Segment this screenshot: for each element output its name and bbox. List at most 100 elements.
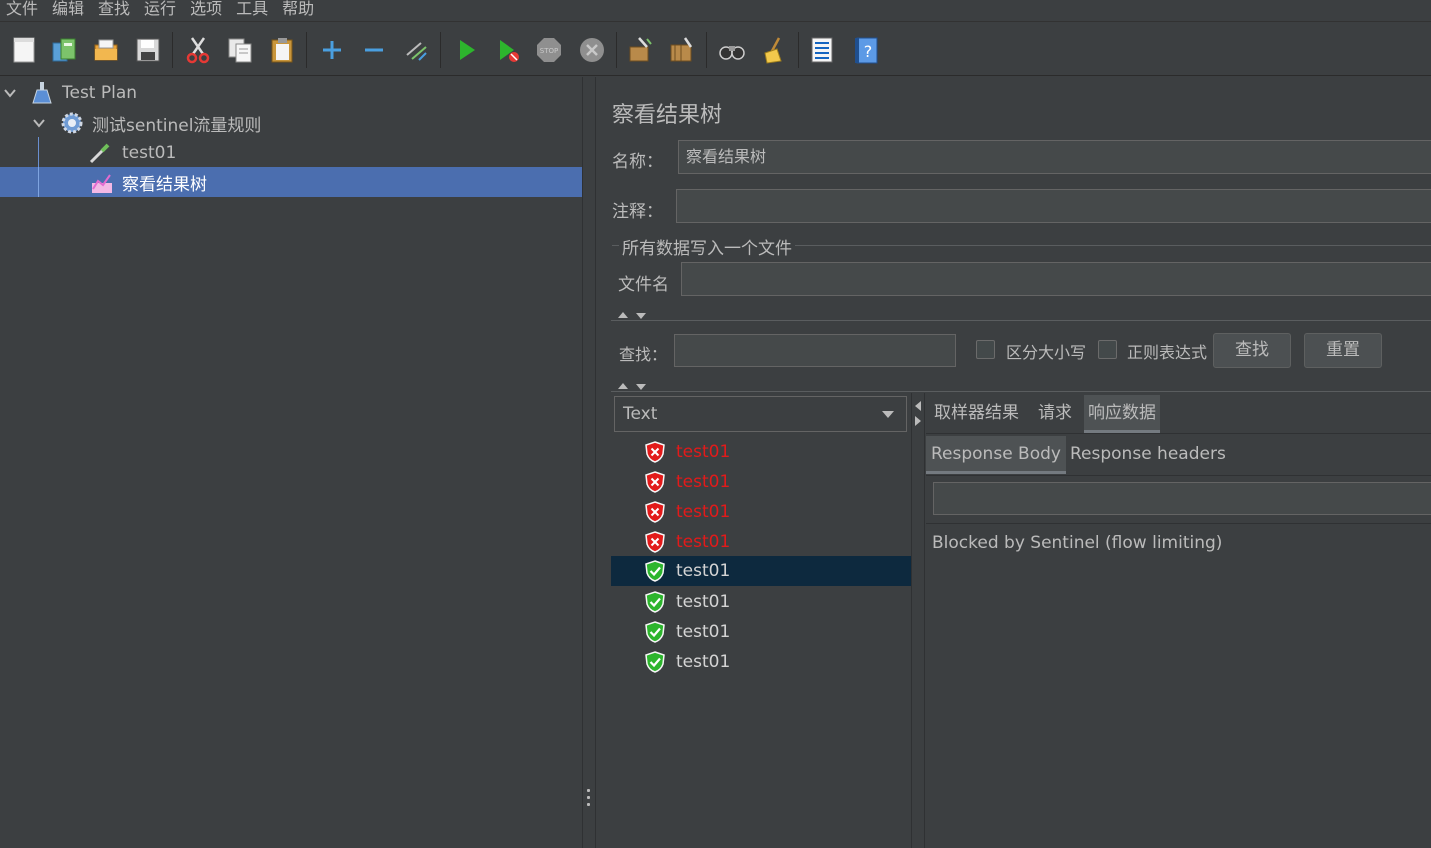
clear-button[interactable] [624,34,656,66]
tree-guide-line [38,167,39,197]
list-detail-divider[interactable] [911,393,925,848]
chevron-down-icon[interactable] [32,116,46,130]
paste-icon [271,38,293,63]
tree-item-label: test01 [122,143,177,163]
filename-label: 文件名 [618,275,669,295]
menu-tools[interactable]: 工具 [229,0,275,17]
tree-item-sampler[interactable]: test01 [0,138,582,168]
new-icon [13,37,35,63]
panel-title: 察看结果树 [612,103,723,128]
tab-response-body[interactable]: Response Body [926,436,1066,474]
new-button[interactable] [8,34,40,66]
detail-pane: 取样器结果 请求 响应数据 Response Body Response hea… [926,393,1431,848]
save-button[interactable] [132,34,164,66]
error-shield-icon [645,471,665,493]
gear-icon [61,112,83,134]
paste-button[interactable] [266,34,298,66]
result-item-fail[interactable]: test01 [611,437,911,467]
chevron-down-icon[interactable] [3,86,17,100]
tree-item-listener[interactable]: 察看结果树 [0,167,582,197]
result-item-label: test01 [676,442,731,462]
menu-options[interactable]: 选项 [183,0,229,17]
filename-field[interactable] [681,262,1431,296]
success-shield-icon [645,591,665,613]
result-item-success[interactable]: test01 [611,647,911,677]
arrow-down-icon[interactable] [636,384,646,390]
tree-item-thread-group[interactable]: 测试sentinel流量规则 [0,108,582,138]
save-icon [136,38,160,62]
arrow-down-icon[interactable] [636,313,646,319]
response-body-text: Blocked by Sentinel (flow limiting) [932,533,1223,553]
stop-button[interactable]: STOP [533,34,565,66]
start-no-pause-button[interactable] [492,34,524,66]
result-item-fail[interactable]: test01 [611,527,911,557]
help-button[interactable]: ? [850,34,882,66]
tab-response-data[interactable]: 响应数据 [1084,395,1160,433]
comment-field[interactable] [676,189,1431,223]
regex-label: 正则表达式 [1127,343,1208,362]
response-search-field[interactable] [933,482,1431,515]
copy-icon [228,38,252,63]
case-sensitive-label: 区分大小写 [1006,343,1087,362]
clear-all-icon [670,37,693,62]
regex-checkbox[interactable] [1098,340,1117,359]
result-item-success[interactable]: test01 [611,556,911,586]
tree-item-test-plan[interactable]: Test Plan [0,78,582,108]
renderer-select[interactable]: Text [614,396,907,432]
file-section-title: 所有数据写入一个文件 [619,234,795,259]
result-item-label: test01 [676,502,731,522]
templates-icon [52,38,76,62]
clear-all-button[interactable] [666,34,698,66]
search-input[interactable] [674,334,956,367]
find-button[interactable]: 查找 [1213,333,1291,368]
tab-sampler-result[interactable]: 取样器结果 [930,395,1023,433]
collapse-all-icon [365,48,383,52]
arrow-up-icon[interactable] [618,312,628,318]
templates-button[interactable] [48,34,80,66]
arrow-up-icon[interactable] [618,383,628,389]
result-item-success[interactable]: test01 [611,587,911,617]
function-helper-button[interactable] [806,34,838,66]
result-item-label: test01 [676,622,731,642]
reset-button[interactable]: 重置 [1304,333,1382,368]
result-item-fail[interactable]: test01 [611,467,911,497]
menu-search[interactable]: 查找 [91,0,137,17]
tree-item-label: Test Plan [62,83,138,103]
start-no-pause-icon [500,40,519,62]
error-shield-icon [645,531,665,553]
shutdown-icon [580,38,604,62]
success-shield-icon [645,560,665,582]
stop-icon: STOP [537,38,561,62]
search-button[interactable] [716,34,748,66]
result-item-fail[interactable]: test01 [611,497,911,527]
cut-button[interactable] [182,34,214,66]
menu-edit[interactable]: 编辑 [45,0,91,17]
name-field[interactable]: 察看结果树 [678,140,1431,174]
result-item-success[interactable]: test01 [611,617,911,647]
comment-label: 注释： [612,202,663,222]
split-pane-divider[interactable] [582,77,596,848]
menu-run[interactable]: 运行 [137,0,183,17]
tab-response-headers[interactable]: Response headers [1066,436,1230,474]
start-icon [460,40,475,60]
collapse-all-button[interactable] [358,34,390,66]
open-icon [94,39,118,61]
reset-search-button[interactable] [758,34,790,66]
open-button[interactable] [90,34,122,66]
result-item-label: test01 [676,472,731,492]
tab-request[interactable]: 请求 [1034,395,1076,433]
shutdown-button[interactable] [576,34,608,66]
menu-help[interactable]: 帮助 [275,0,321,17]
menu-file[interactable]: 文件 [0,0,45,17]
start-button[interactable] [450,34,482,66]
chevron-down-icon [882,411,894,418]
toggle-button[interactable] [400,34,432,66]
drag-handle-icon[interactable] [587,789,591,810]
tab-divider [926,475,1431,476]
toolbar: STOP ? [0,24,1431,76]
success-shield-icon [645,621,665,643]
case-sensitive-checkbox[interactable] [976,340,995,359]
copy-button[interactable] [224,34,256,66]
collapse-arrows-icon[interactable] [915,399,921,429]
expand-all-button[interactable] [316,34,348,66]
